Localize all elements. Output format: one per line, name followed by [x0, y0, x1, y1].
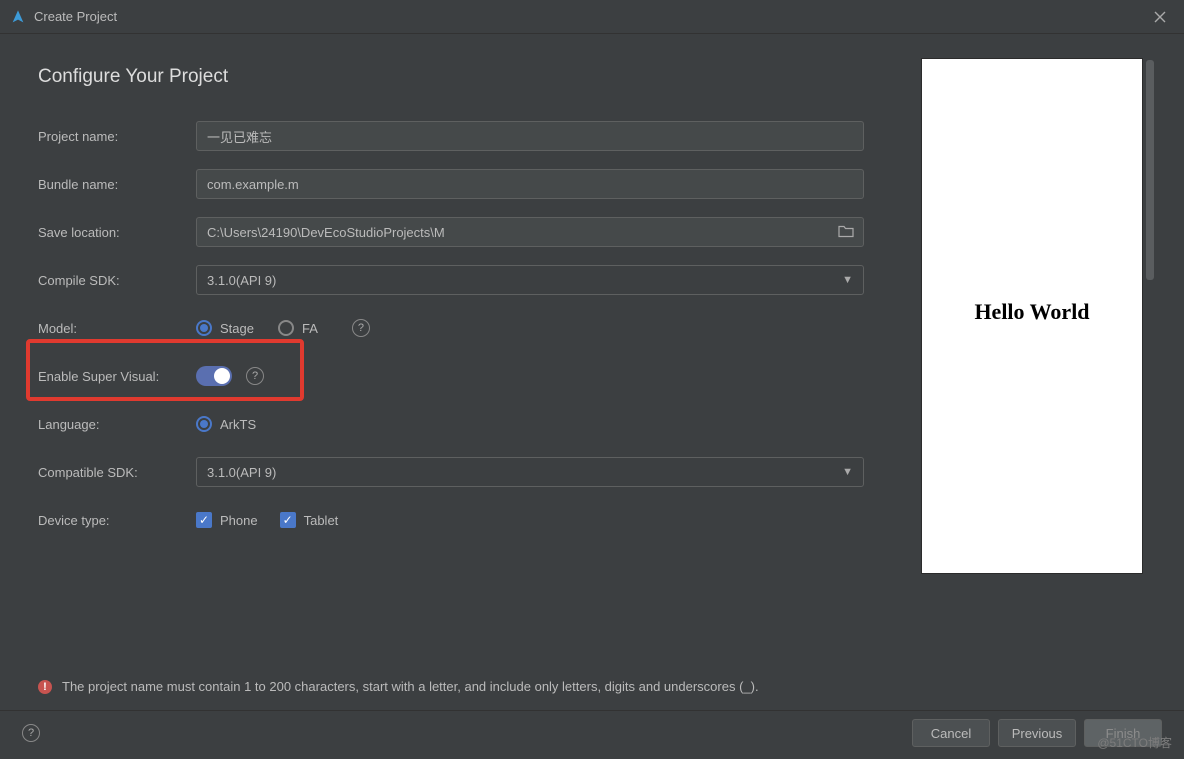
dialog-footer: ? Cancel Previous Finish: [0, 710, 1184, 759]
row-compatible-sdk: Compatible SDK: 3.1.0(API 9) ▼: [38, 448, 880, 496]
row-model: Model: Stage FA ?: [38, 304, 880, 352]
cancel-button[interactable]: Cancel: [912, 719, 990, 747]
compile-sdk-select[interactable]: 3.1.0(API 9) ▼: [196, 265, 864, 295]
radio-label-arkts[interactable]: ArkTS: [220, 417, 256, 432]
browse-folder-icon[interactable]: [838, 224, 854, 241]
label-project-name: Project name:: [38, 129, 196, 144]
dialog-title: Create Project: [34, 9, 1146, 24]
error-icon: !: [38, 680, 52, 694]
row-enable-super-visual: Enable Super Visual: ?: [38, 352, 880, 400]
row-device-type: Device type: Phone Tablet: [38, 496, 880, 544]
row-project-name: Project name:: [38, 112, 880, 160]
row-compile-sdk: Compile SDK: 3.1.0(API 9) ▼: [38, 256, 880, 304]
label-bundle-name: Bundle name:: [38, 177, 196, 192]
compatible-sdk-value: 3.1.0(API 9): [207, 465, 276, 480]
form-area: Configure Your Project Project name: Bun…: [38, 58, 880, 679]
radio-language-arkts[interactable]: [196, 416, 212, 432]
help-icon-super-visual[interactable]: ?: [246, 367, 264, 385]
page-title: Configure Your Project: [38, 66, 880, 88]
row-save-location: Save location:: [38, 208, 880, 256]
chevron-down-icon: ▼: [842, 466, 853, 478]
label-compatible-sdk: Compatible SDK:: [38, 465, 196, 480]
label-save-location: Save location:: [38, 225, 196, 240]
compatible-sdk-select[interactable]: 3.1.0(API 9) ▼: [196, 457, 864, 487]
save-location-input[interactable]: [196, 217, 864, 247]
bundle-name-input[interactable]: [196, 169, 864, 199]
label-model: Model:: [38, 321, 196, 336]
enable-super-visual-toggle[interactable]: [196, 366, 232, 386]
radio-model-fa[interactable]: [278, 320, 294, 336]
previous-button[interactable]: Previous: [998, 719, 1076, 747]
checkbox-phone[interactable]: [196, 512, 212, 528]
checkbox-label-phone[interactable]: Phone: [220, 513, 258, 528]
radio-label-stage[interactable]: Stage: [220, 321, 254, 336]
chevron-down-icon: ▼: [842, 274, 853, 286]
row-language: Language: ArkTS: [38, 400, 880, 448]
watermark: @51CTO博客: [1097, 734, 1172, 751]
label-enable-super-visual: Enable Super Visual:: [38, 369, 196, 384]
preview-text: Hello World: [974, 299, 1089, 325]
label-language: Language:: [38, 417, 196, 432]
help-icon-footer[interactable]: ?: [22, 724, 40, 742]
create-project-dialog: Create Project Configure Your Project Pr…: [0, 0, 1184, 759]
device-preview: Hello World: [921, 58, 1143, 574]
row-bundle-name: Bundle name:: [38, 160, 880, 208]
titlebar: Create Project: [0, 0, 1184, 34]
radio-label-fa[interactable]: FA: [302, 321, 318, 336]
project-name-input[interactable]: [196, 121, 864, 151]
validation-error: ! The project name must contain 1 to 200…: [0, 679, 1184, 710]
checkbox-label-tablet[interactable]: Tablet: [304, 513, 339, 528]
preview-scrollbar[interactable]: [1146, 60, 1154, 650]
checkbox-tablet[interactable]: [280, 512, 296, 528]
label-compile-sdk: Compile SDK:: [38, 273, 196, 288]
preview-pane: Hello World: [910, 58, 1154, 679]
help-icon-model[interactable]: ?: [352, 319, 370, 337]
label-device-type: Device type:: [38, 513, 196, 528]
radio-model-stage[interactable]: [196, 320, 212, 336]
compile-sdk-value: 3.1.0(API 9): [207, 273, 276, 288]
error-message: The project name must contain 1 to 200 c…: [62, 679, 759, 694]
app-logo-icon: [10, 9, 26, 25]
dialog-body: Configure Your Project Project name: Bun…: [0, 34, 1184, 679]
close-icon[interactable]: [1146, 3, 1174, 31]
